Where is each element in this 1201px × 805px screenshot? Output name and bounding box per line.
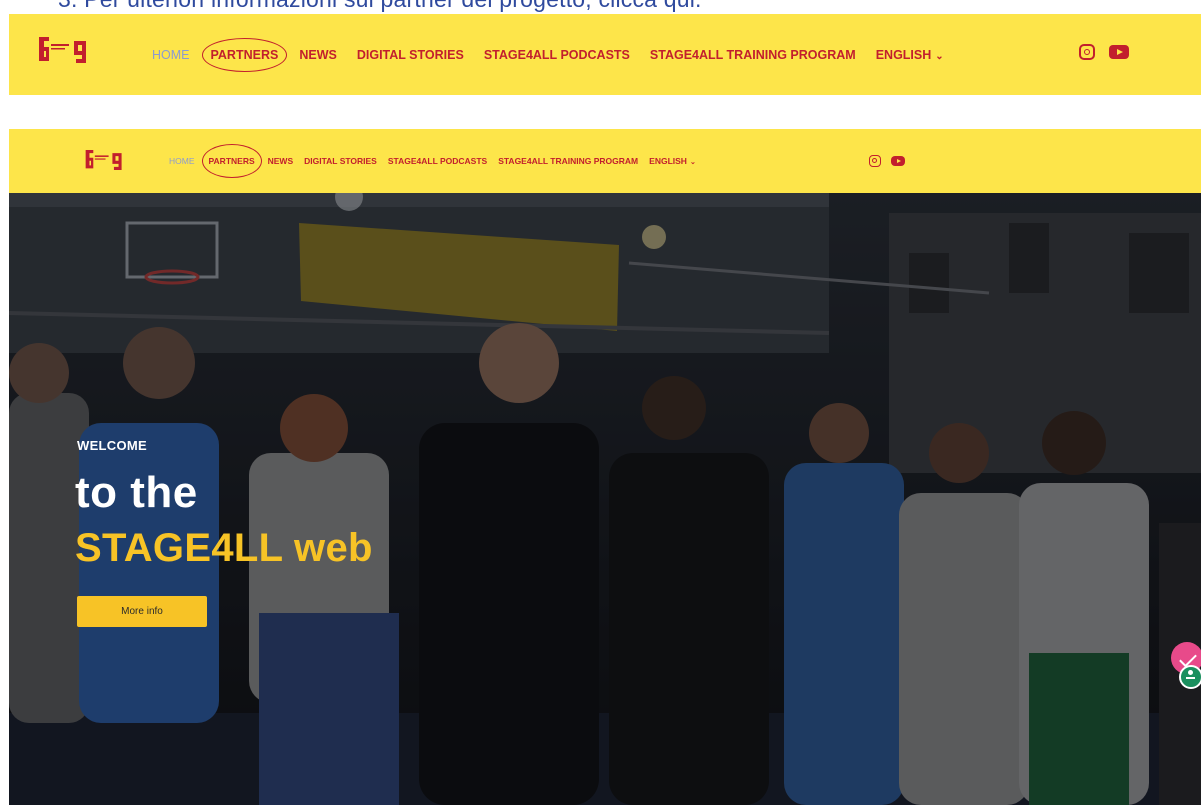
hero-title-line2: STAGE4LL web xyxy=(75,526,373,570)
chevron-down-icon: ⌄ xyxy=(689,159,696,166)
instagram-icon[interactable] xyxy=(1079,44,1095,60)
nav-news-link[interactable]: NEWS xyxy=(268,156,294,166)
more-info-button[interactable]: More info xyxy=(77,596,207,627)
youtube-icon[interactable] xyxy=(1109,45,1129,59)
chevron-down-icon: ⌄ xyxy=(935,50,944,62)
accessibility-icon[interactable] xyxy=(1179,665,1201,689)
nav-digital-stories-link[interactable]: DIGITAL STORIES xyxy=(304,156,377,166)
instagram-icon[interactable] xyxy=(869,155,881,167)
hero-welcome: WELCOME xyxy=(77,438,147,453)
embedded-navbar: HOME PARTNERS NEWS DIGITAL STORIES STAGE… xyxy=(9,129,1201,193)
nav-digital-stories-link[interactable]: DIGITAL STORIES xyxy=(357,48,464,62)
stage4all-logo-icon[interactable] xyxy=(83,147,125,173)
nav-podcasts-link[interactable]: STAGE4ALL PODCASTS xyxy=(388,156,487,166)
hero-section: WELCOME to the STAGE4LL web More info xyxy=(9,193,1201,805)
document-text: 3. Per ulteriori informazioni sui partne… xyxy=(58,0,702,13)
nav-news-link[interactable]: NEWS xyxy=(299,48,337,62)
nav-podcasts-link[interactable]: STAGE4ALL PODCASTS xyxy=(484,48,630,62)
language-label: ENGLISH xyxy=(875,47,932,62)
nav-partners-link[interactable]: PARTNERS xyxy=(201,144,262,178)
hero-title-line1: to the xyxy=(75,468,198,517)
language-dropdown[interactable]: ENGLISH ⌄ xyxy=(876,48,944,62)
language-dropdown[interactable]: ENGLISH ⌄ xyxy=(649,156,696,166)
nav-home-link[interactable]: HOME xyxy=(169,156,195,166)
nav-home-link[interactable]: HOME xyxy=(152,48,190,62)
nav-partners-link[interactable]: PARTNERS xyxy=(201,37,288,72)
nav-training-program-link[interactable]: STAGE4ALL TRAINING PROGRAM xyxy=(650,48,856,62)
social-links xyxy=(869,155,905,167)
youtube-icon[interactable] xyxy=(891,156,905,166)
language-label: ENGLISH xyxy=(649,156,687,166)
nav-training-program-link[interactable]: STAGE4ALL TRAINING PROGRAM xyxy=(498,156,638,166)
stage4all-logo-icon[interactable] xyxy=(36,33,90,67)
social-links xyxy=(1079,44,1129,60)
website-screenshot: HOME PARTNERS NEWS DIGITAL STORIES STAGE… xyxy=(9,129,1201,805)
top-navbar: HOME PARTNERS NEWS DIGITAL STORIES STAGE… xyxy=(9,14,1201,95)
